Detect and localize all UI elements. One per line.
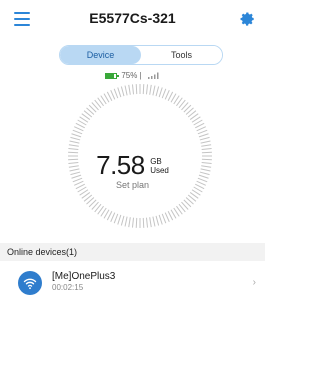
online-devices-title: Online devices(1) [7, 247, 78, 257]
separator: | [139, 71, 142, 80]
segment-tabs: Device Tools [59, 45, 223, 65]
usage-unit-gb: GB [150, 157, 162, 166]
online-devices-header: Online devices(1) [0, 243, 265, 261]
list-item[interactable]: [Me]OnePlus3 00:02:15 › [0, 263, 265, 301]
page-title: E5577Cs-321 [89, 10, 176, 26]
usage-display: 7.58 GB Used [0, 150, 265, 181]
set-plan-link[interactable]: Set plan [0, 180, 265, 190]
usage-value: 7.58 [96, 150, 145, 180]
tab-device[interactable]: Device [60, 46, 141, 64]
usage-unit: GB Used [150, 157, 169, 175]
usage-unit-label: Used [150, 166, 169, 175]
device-duration: 00:02:15 [52, 283, 84, 292]
battery-percent: 75% [121, 71, 138, 80]
header-bar: E5577Cs-321 [0, 0, 265, 38]
device-name: [Me]OnePlus3 [52, 271, 116, 282]
signal-icon [147, 72, 159, 80]
wifi-icon [18, 271, 42, 295]
chevron-right-icon: › [252, 277, 256, 288]
status-row: 75% | [0, 71, 265, 80]
gear-icon[interactable] [238, 10, 256, 28]
battery-icon [105, 72, 120, 79]
tab-tools[interactable]: Tools [141, 46, 222, 64]
